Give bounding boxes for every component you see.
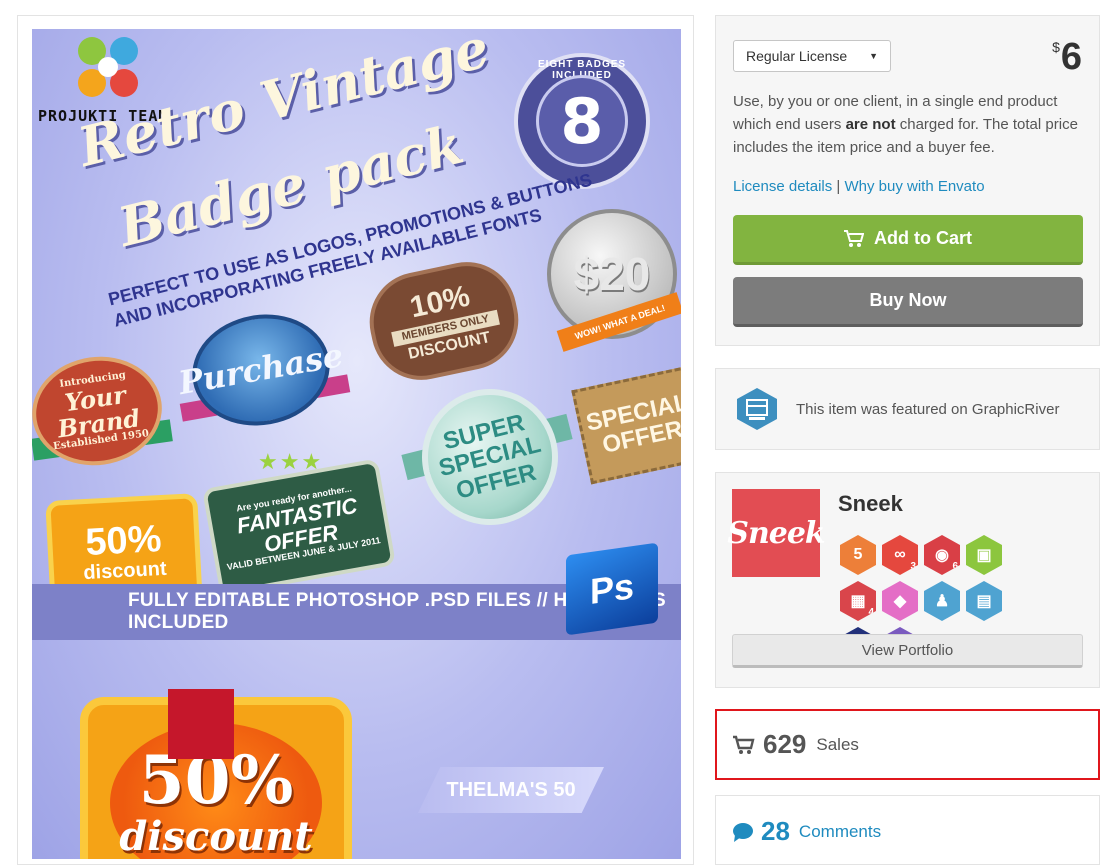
sales-count: 629: [763, 729, 807, 759]
license-select-value: Regular License: [746, 48, 848, 64]
comments-label[interactable]: Comments: [799, 822, 881, 842]
comments-card[interactable]: 28 Comments: [715, 795, 1100, 865]
paw-badge-icon[interactable]: ◉ 6: [924, 535, 960, 575]
sales-level-badge-icon[interactable]: 5: [840, 535, 876, 575]
small-orange-word: discount: [82, 558, 168, 585]
featured-text: This item was featured on GraphicRiver: [796, 401, 1060, 418]
big-word: discount: [119, 812, 313, 860]
collector-badge-icon[interactable]: ▦ 4: [840, 581, 876, 621]
badge-glyph: 5: [853, 546, 863, 563]
badge-glyph: ▣: [976, 547, 992, 564]
view-portfolio-button[interactable]: View Portfolio: [732, 634, 1083, 668]
badge-level: 6: [952, 561, 958, 572]
license-details-link[interactable]: License details: [733, 178, 832, 195]
badge-glyph: ◉: [935, 547, 949, 564]
referral-badge-icon[interactable]: ∞ 3: [882, 535, 918, 575]
special-offer-tag: SPECIAL OFFER: [571, 365, 681, 485]
gallery-badge-icon[interactable]: ▣: [966, 535, 1002, 575]
license-desc-bold: are not: [845, 116, 896, 133]
thelma-pill: THELMA'S 50: [418, 767, 604, 813]
diamond-badge-icon[interactable]: ◆: [882, 581, 918, 621]
author-card: Sneek Sneek 5∞3◉6▣▦4◆♟▤✕▲1W View Portfol…: [715, 472, 1100, 688]
badge-glyph: ∞: [894, 546, 906, 563]
why-buy-link[interactable]: Why buy with Envato: [844, 178, 984, 195]
photoshop-icon: Ps: [566, 542, 658, 636]
projukti-logo-icon: [78, 37, 138, 97]
cart-icon: [733, 735, 755, 754]
comment-bubble-icon: [733, 822, 753, 842]
item-preview-image[interactable]: PROJUKTI TEAM EIGHT BADGES INCLUDED 8 Re…: [32, 29, 681, 859]
featured-card: This item was featured on GraphicRiver: [715, 368, 1100, 450]
featured-badge-icon: [737, 388, 777, 430]
buy-now-button[interactable]: Buy Now: [733, 277, 1083, 327]
sales-card: 629 Sales: [715, 709, 1100, 780]
members-discount-badge: 10% MEMBERS ONLY DISCOUNT: [360, 252, 528, 390]
sales-info: 629 Sales: [733, 729, 859, 760]
badge-glyph: ▤: [976, 593, 992, 610]
fantastic-offer-badge: Are you ready for another... FANTASTIC O…: [201, 458, 397, 596]
author-badge-icon[interactable]: ♟: [924, 581, 960, 621]
eight-badges-ring: EIGHT BADGES INCLUDED 8: [514, 53, 650, 189]
big-badge-ribbon: [168, 689, 234, 759]
super-special-offer-badge: SUPER SPECIAL OFFER: [407, 374, 573, 540]
license-card: Regular License ▼ $ 6 Use, by you or one…: [715, 15, 1100, 346]
avatar[interactable]: Sneek: [727, 489, 826, 577]
price-amount: 6: [1060, 36, 1082, 78]
author-name[interactable]: Sneek: [838, 491, 903, 517]
comments-info[interactable]: 28 Comments: [732, 816, 881, 847]
sales-label: Sales: [816, 734, 859, 754]
add-to-cart-label: Add to Cart: [874, 228, 972, 248]
chevron-down-icon: ▼: [869, 51, 878, 61]
badge-glyph: ◆: [893, 593, 907, 610]
link-separator: |: [832, 178, 845, 195]
badge-level: 3: [910, 561, 916, 572]
license-links: License details | Why buy with Envato: [733, 178, 985, 195]
ring-number: 8: [536, 75, 628, 167]
small-orange-pct: 50%: [84, 517, 163, 564]
add-to-cart-button[interactable]: Add to Cart: [733, 215, 1083, 265]
badge-glyph: ▦: [850, 593, 866, 610]
comments-count[interactable]: 28: [761, 816, 790, 847]
featured-item-badge-icon[interactable]: ▤: [966, 581, 1002, 621]
price-currency: $: [1052, 39, 1060, 55]
price: $ 6: [1052, 38, 1082, 76]
cart-icon: [844, 229, 864, 247]
license-description: Use, by you or one client, in a single e…: [733, 90, 1088, 159]
preview-panel: PROJUKTI TEAM EIGHT BADGES INCLUDED 8 Re…: [17, 15, 694, 865]
badge-glyph: ♟: [934, 593, 950, 610]
license-select[interactable]: Regular License ▼: [733, 40, 891, 72]
badge-level: 4: [868, 607, 874, 618]
